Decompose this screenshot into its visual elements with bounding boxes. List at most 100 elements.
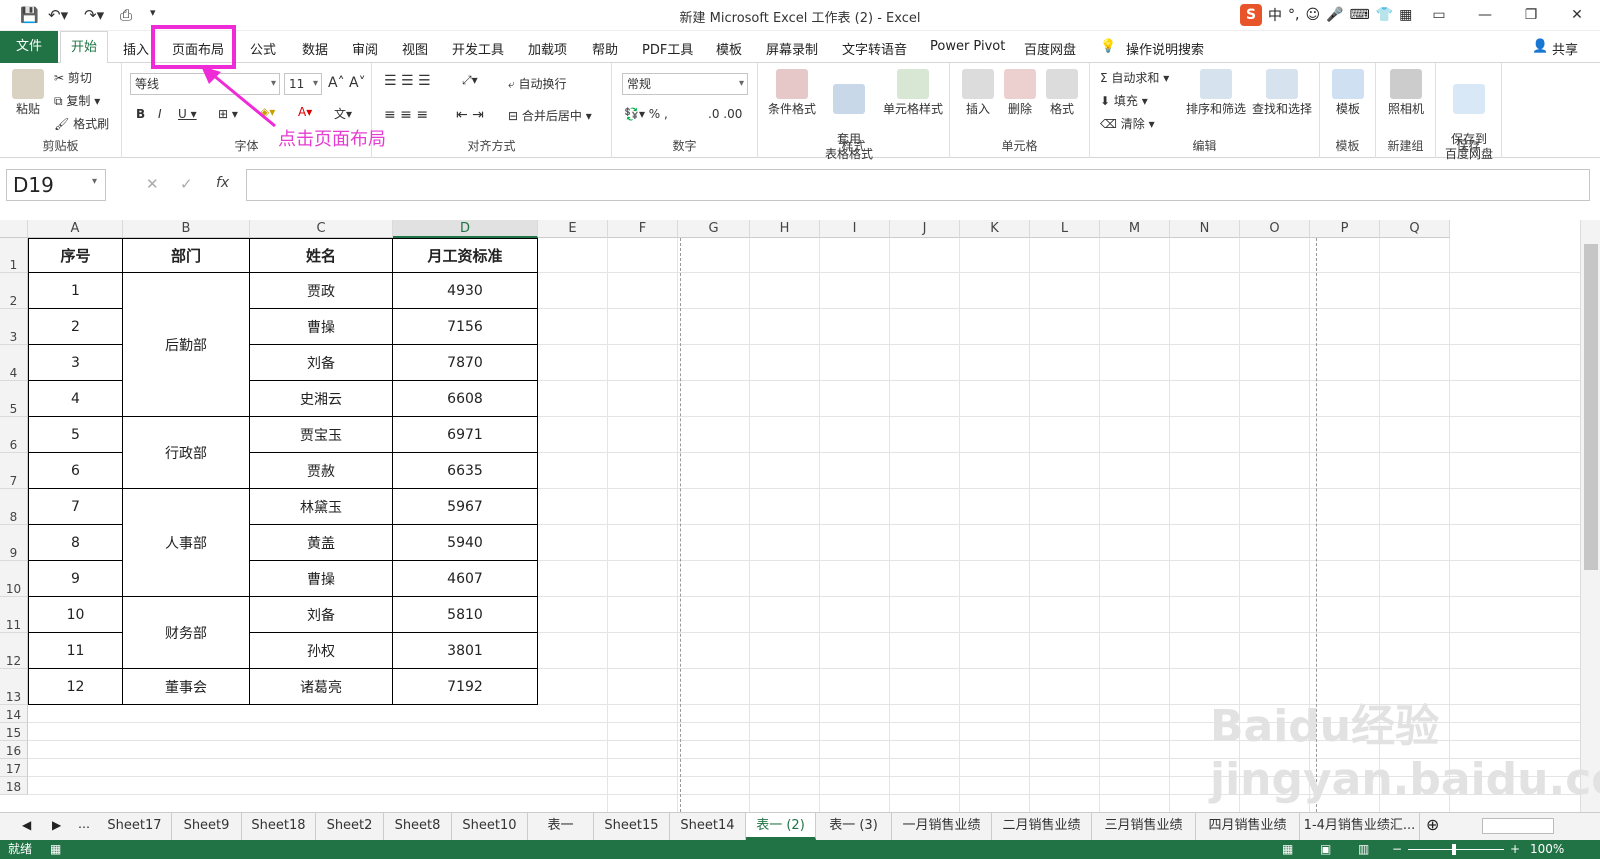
tab-screen-record[interactable]: 屏幕录制: [766, 39, 818, 58]
column-header[interactable]: E: [538, 220, 608, 238]
tab-review[interactable]: 审阅: [352, 39, 378, 58]
row-header[interactable]: 11: [0, 597, 28, 633]
table-cell-name[interactable]: 贾政: [250, 273, 393, 309]
share-icon[interactable]: 👤: [1532, 39, 1548, 54]
table-cell-name[interactable]: 刘备: [250, 597, 393, 633]
sort-filter-button[interactable]: 排序和筛选: [1184, 69, 1248, 117]
table-cell-name[interactable]: 诸葛亮: [250, 669, 393, 705]
table-cell-salary[interactable]: 7156: [393, 309, 538, 345]
merge-center-button[interactable]: ⊟ 合并后居中 ▾: [508, 107, 592, 124]
bold-icon[interactable]: B: [136, 107, 145, 121]
copy-button[interactable]: ⧉ 复制 ▾: [54, 92, 100, 109]
row-header[interactable]: 6: [0, 417, 28, 453]
table-cell-name[interactable]: 贾赦: [250, 453, 393, 489]
wrap-text-button[interactable]: ⤶ 自动换行: [508, 75, 567, 92]
tab-baidu-netdisk[interactable]: 百度网盘: [1024, 39, 1076, 58]
sogou-logo-icon[interactable]: S: [1240, 4, 1262, 26]
table-cell-number[interactable]: 10: [28, 597, 123, 633]
insert-cells-button[interactable]: 插入: [958, 69, 998, 117]
formula-input[interactable]: [246, 169, 1590, 201]
zoom-slider[interactable]: [1408, 849, 1504, 850]
table-cell-number[interactable]: 9: [28, 561, 123, 597]
column-header[interactable]: K: [960, 220, 1030, 238]
table-cell-name[interactable]: 孙权: [250, 633, 393, 669]
ime-item[interactable]: ⌨: [1350, 7, 1370, 23]
ime-item[interactable]: ▦: [1399, 7, 1412, 23]
prev-sheet-icon[interactable]: ◀: [22, 818, 31, 832]
ribbon-display-icon[interactable]: ▭: [1416, 0, 1462, 31]
sheet-tab[interactable]: Sheet2: [316, 813, 384, 840]
table-cell-department[interactable]: 董事会: [123, 669, 250, 705]
font-size-combo[interactable]: 11: [284, 73, 322, 95]
sheet-tab[interactable]: 表一 (2): [746, 813, 816, 840]
font-color-icon[interactable]: A▾: [298, 105, 312, 119]
column-header[interactable]: D: [393, 220, 538, 238]
table-cell-name[interactable]: 史湘云: [250, 381, 393, 417]
italic-icon[interactable]: I: [158, 107, 162, 121]
row-header[interactable]: 12: [0, 633, 28, 669]
column-header[interactable]: F: [608, 220, 678, 238]
tab-file[interactable]: 文件: [0, 31, 58, 63]
sheet-tab[interactable]: Sheet18: [242, 813, 316, 840]
table-cell-salary[interactable]: 6635: [393, 453, 538, 489]
tab-view[interactable]: 视图: [402, 39, 428, 58]
template-button[interactable]: 模板: [1328, 69, 1368, 117]
sheet-tab[interactable]: Sheet8: [384, 813, 452, 840]
table-cell-salary[interactable]: 5810: [393, 597, 538, 633]
camera-button[interactable]: 照相机: [1382, 69, 1430, 117]
sheet-tab[interactable]: 表一 (3): [816, 813, 892, 840]
fill-button[interactable]: ⬇ 填充 ▾: [1100, 92, 1148, 109]
row-header[interactable]: 3: [0, 309, 28, 345]
table-header-cell[interactable]: 序号: [28, 238, 123, 273]
table-cell-name[interactable]: 贾宝玉: [250, 417, 393, 453]
tab-help[interactable]: 帮助: [592, 39, 618, 58]
zoom-out-icon[interactable]: −: [1392, 840, 1402, 859]
number-format-combo[interactable]: 常规: [622, 73, 748, 95]
autosum-button[interactable]: Σ 自动求和 ▾: [1100, 69, 1169, 86]
sheet-tab[interactable]: 1-4月销售业绩汇...: [1300, 813, 1420, 840]
decimal-icon[interactable]: .0 .00: [708, 107, 742, 121]
sheet-tab[interactable]: Sheet15: [594, 813, 670, 840]
table-cell-number[interactable]: 11: [28, 633, 123, 669]
table-cell-salary[interactable]: 5940: [393, 525, 538, 561]
normal-view-icon[interactable]: ▦: [1282, 840, 1293, 859]
page-layout-view-icon[interactable]: ▣: [1320, 840, 1331, 859]
table-cell-number[interactable]: 6: [28, 453, 123, 489]
tab-data[interactable]: 数据: [302, 39, 328, 58]
select-all-corner[interactable]: [0, 220, 28, 238]
table-header-cell[interactable]: 姓名: [250, 238, 393, 273]
table-cell-name[interactable]: 曹操: [250, 309, 393, 345]
column-header[interactable]: M: [1100, 220, 1170, 238]
horizontal-scrollbar[interactable]: [1482, 818, 1554, 834]
column-header[interactable]: O: [1240, 220, 1310, 238]
sheet-tab[interactable]: Sheet10: [452, 813, 528, 840]
column-header[interactable]: B: [123, 220, 250, 238]
row-header[interactable]: 4: [0, 345, 28, 381]
ime-item[interactable]: 👕: [1376, 7, 1393, 23]
row-header[interactable]: 7: [0, 453, 28, 489]
table-cell-salary[interactable]: 4607: [393, 561, 538, 597]
grow-font-icon[interactable]: A˄ A˅: [328, 75, 366, 91]
insert-function-icon[interactable]: fx: [216, 175, 229, 191]
row-header[interactable]: 17: [0, 759, 28, 777]
table-cell-number[interactable]: 2: [28, 309, 123, 345]
table-cell-number[interactable]: 5: [28, 417, 123, 453]
more-sheets-icon[interactable]: …: [78, 817, 90, 831]
table-cell-number[interactable]: 1: [28, 273, 123, 309]
phonetic-icon[interactable]: 文▾: [334, 105, 352, 122]
column-header[interactable]: G: [678, 220, 750, 238]
table-cell-salary[interactable]: 7870: [393, 345, 538, 381]
table-cell-name[interactable]: 林黛玉: [250, 489, 393, 525]
table-cell-salary[interactable]: 5967: [393, 489, 538, 525]
ime-item[interactable]: 🎤: [1326, 7, 1343, 23]
column-header[interactable]: H: [750, 220, 820, 238]
table-cell-department[interactable]: 人事部: [123, 489, 250, 597]
page-break-view-icon[interactable]: ▥: [1358, 840, 1369, 859]
table-cell-number[interactable]: 7: [28, 489, 123, 525]
table-cell-name[interactable]: 刘备: [250, 345, 393, 381]
next-sheet-icon[interactable]: ▶: [52, 818, 61, 832]
tell-me-search[interactable]: 操作说明搜索: [1126, 39, 1204, 58]
tab-template[interactable]: 模板: [716, 39, 742, 58]
tab-formulas[interactable]: 公式: [250, 39, 276, 58]
zoom-slider-thumb[interactable]: [1452, 844, 1456, 855]
